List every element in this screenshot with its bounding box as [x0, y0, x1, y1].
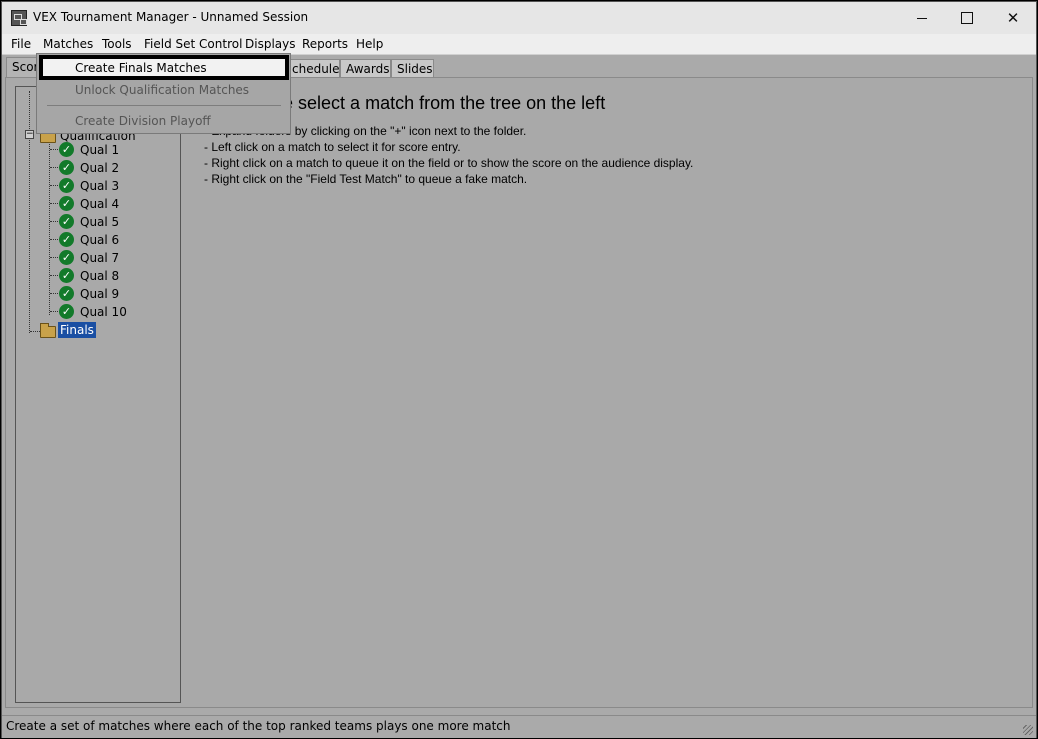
- close-button[interactable]: ✕: [990, 2, 1036, 34]
- minimize-icon: [917, 17, 927, 19]
- tree-item-finals[interactable]: Finals: [58, 322, 96, 338]
- status-text: Create a set of matches where each of th…: [6, 719, 511, 733]
- tree-item-qual[interactable]: Qual 8: [80, 269, 119, 283]
- menu-displays[interactable]: Displays: [245, 37, 295, 51]
- detail-heading: Please select a match from the tree on t…: [238, 93, 606, 113]
- folder-icon: [40, 323, 56, 338]
- menu-separator: [47, 105, 281, 106]
- menu-reports[interactable]: Reports: [302, 37, 348, 51]
- menu-bar: File Matches Tools Field Set Control Dis…: [2, 34, 1036, 55]
- app-icon: [11, 10, 27, 26]
- match-tree[interactable]: − Qualification ✓ Qual 1 ✓ Qual 2 ✓ Qual…: [15, 86, 181, 703]
- title-bar[interactable]: VEX Tournament Manager - Unnamed Session…: [2, 2, 1036, 34]
- check-icon: ✓: [59, 304, 74, 319]
- tree-item-qual[interactable]: Qual 3: [80, 179, 119, 193]
- tab-slides[interactable]: Slides: [391, 59, 434, 77]
- check-icon: ✓: [59, 232, 74, 247]
- menu-file[interactable]: File: [11, 37, 31, 51]
- tree-item-qual[interactable]: Qual 10: [80, 305, 127, 319]
- tree-item-qual[interactable]: Qual 2: [80, 161, 119, 175]
- tab-scoring[interactable]: Scor: [6, 57, 40, 77]
- check-icon: ✓: [59, 196, 74, 211]
- instruction-line: - Right click on the "Field Test Match" …: [204, 172, 528, 186]
- menu-help[interactable]: Help: [356, 37, 383, 51]
- menu-matches[interactable]: Matches: [43, 37, 93, 51]
- resize-grip-icon[interactable]: [1023, 725, 1033, 735]
- tab-schedule[interactable]: chedule: [286, 59, 340, 77]
- check-icon: ✓: [59, 160, 74, 175]
- instruction-line: - Right click on a match to queue it on …: [204, 156, 694, 170]
- window-title: VEX Tournament Manager - Unnamed Session: [33, 10, 309, 24]
- tree-guide-line: [29, 91, 30, 333]
- menu-item-unlock-qualification-matches[interactable]: Unlock Qualification Matches: [75, 83, 249, 97]
- maximize-icon: [961, 12, 973, 24]
- scoring-panel: − Qualification ✓ Qual 1 ✓ Qual 2 ✓ Qual…: [5, 77, 1033, 708]
- instruction-line: - Left click on a match to select it for…: [204, 140, 461, 154]
- menu-item-create-division-playoff[interactable]: Create Division Playoff: [75, 114, 211, 128]
- tree-item-qual[interactable]: Qual 5: [80, 215, 119, 229]
- tree-item-qual[interactable]: Qual 1: [80, 143, 119, 157]
- matches-dropdown-menu: Create Finals Matches Unlock Qualificati…: [36, 53, 291, 134]
- tab-awards[interactable]: Awards: [340, 59, 391, 77]
- check-icon: ✓: [59, 250, 74, 265]
- tree-item-qual[interactable]: Qual 7: [80, 251, 119, 265]
- menu-tools[interactable]: Tools: [102, 37, 132, 51]
- tree-item-qual[interactable]: Qual 6: [80, 233, 119, 247]
- minimize-button[interactable]: [899, 2, 945, 34]
- status-bar: Create a set of matches where each of th…: [2, 715, 1036, 738]
- collapse-toggle[interactable]: −: [25, 130, 34, 139]
- app-window: VEX Tournament Manager - Unnamed Session…: [1, 1, 1037, 738]
- check-icon: ✓: [59, 142, 74, 157]
- check-icon: ✓: [59, 286, 74, 301]
- tree-guide-line: [49, 139, 50, 315]
- check-icon: ✓: [59, 178, 74, 193]
- check-icon: ✓: [59, 268, 74, 283]
- menu-field-set-control[interactable]: Field Set Control: [144, 37, 242, 51]
- close-icon: ✕: [1006, 9, 1020, 27]
- maximize-button[interactable]: [944, 2, 990, 34]
- tree-item-qual[interactable]: Qual 4: [80, 197, 119, 211]
- check-icon: ✓: [59, 214, 74, 229]
- menu-item-create-finals-matches[interactable]: Create Finals Matches: [75, 61, 207, 75]
- tree-item-qual[interactable]: Qual 9: [80, 287, 119, 301]
